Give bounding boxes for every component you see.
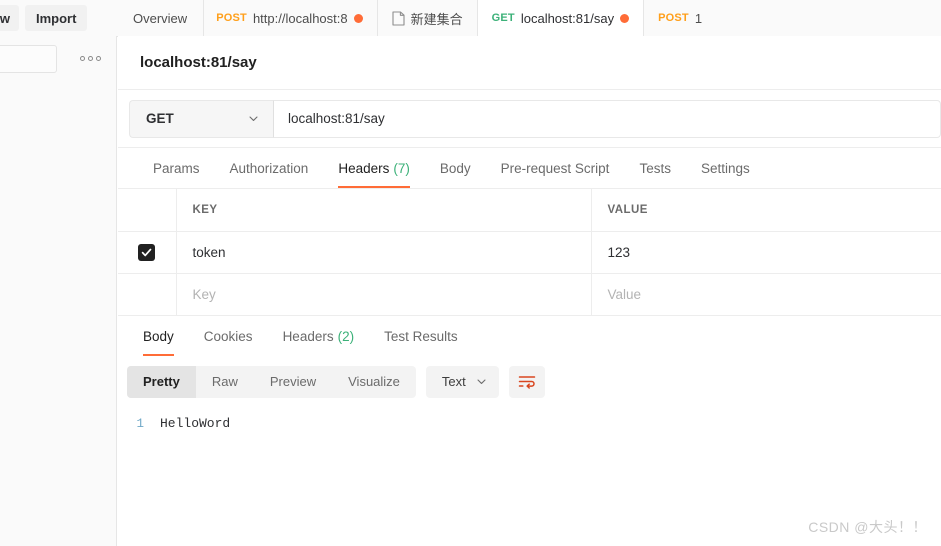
tab-settings[interactable]: Settings xyxy=(686,149,765,188)
row-value-input-empty[interactable]: Value xyxy=(591,273,941,316)
header-cell-value: VALUE xyxy=(591,189,941,232)
row-key-input-empty[interactable]: Key xyxy=(176,273,592,316)
tab-response-body[interactable]: Body xyxy=(128,318,189,356)
chevron-down-icon xyxy=(248,113,259,124)
watermark: CSDN @大头！！ xyxy=(808,519,927,535)
tab-count: (7) xyxy=(393,161,410,176)
tab-label: Test Results xyxy=(384,329,458,344)
tab-overview[interactable]: Overview xyxy=(117,0,205,36)
tab-tests[interactable]: Tests xyxy=(624,149,686,188)
unsaved-dot-icon xyxy=(353,13,363,23)
word-wrap-button[interactable] xyxy=(508,365,545,398)
tab-label: Params xyxy=(153,161,200,176)
row-checkbox-cell xyxy=(118,273,177,316)
tab-count: (2) xyxy=(337,329,355,344)
line-text: HelloWord xyxy=(160,416,231,431)
tab-label: http://localhost:8 xyxy=(252,10,348,26)
tab-collection[interactable]: 新建集合 xyxy=(377,0,478,36)
tab-label: 1 xyxy=(694,10,703,26)
view-mode-visualize[interactable]: Visualize xyxy=(332,366,416,398)
response-format-select[interactable]: Text xyxy=(425,365,499,398)
view-mode-preview[interactable]: Preview xyxy=(254,366,332,398)
view-mode-pretty[interactable]: Pretty xyxy=(127,365,196,398)
tab-method-label: POST xyxy=(658,12,689,24)
table-row: token 123 xyxy=(118,231,941,274)
unsaved-dot-icon xyxy=(620,13,630,23)
response-view-mode-group: Pretty Raw Preview Visualize xyxy=(127,365,416,398)
new-button[interactable]: lew xyxy=(0,5,19,31)
tab-label: 新建集合 xyxy=(410,11,463,27)
response-format-value: Text xyxy=(441,374,466,389)
tab-method-label: POST xyxy=(216,12,247,24)
tab-get-say[interactable]: GET localhost:81/say xyxy=(477,0,645,36)
tab-headers[interactable]: Headers (7) xyxy=(323,149,425,188)
top-bar: lew Import Overview POST http://localhos… xyxy=(0,0,941,37)
sidebar xyxy=(0,36,117,546)
tab-label: Authorization xyxy=(229,161,309,176)
topbar-left-controls: lew Import xyxy=(0,0,117,36)
main-panel: localhost:81/say GET localhost:81/say Pa… xyxy=(118,36,941,546)
tab-body[interactable]: Body xyxy=(425,149,486,188)
tab-label: Overview xyxy=(133,10,188,26)
tab-label: Headers xyxy=(338,161,390,176)
row-value-input[interactable]: 123 xyxy=(591,231,941,274)
row-checkbox-cell xyxy=(118,231,177,274)
header-cell-key: KEY xyxy=(176,189,592,232)
tab-label: Body xyxy=(439,161,471,176)
tab-label: Pre-request Script xyxy=(500,161,610,176)
chevron-down-icon xyxy=(476,376,487,387)
word-wrap-icon xyxy=(518,374,536,390)
http-method-value: GET xyxy=(146,111,174,126)
tab-label: localhost:81/say xyxy=(520,10,615,26)
row-checkbox-checked[interactable] xyxy=(138,243,156,261)
sidebar-more-options-icon[interactable] xyxy=(78,51,102,65)
tab-post-1[interactable]: POST 1 xyxy=(644,0,717,36)
sidebar-search-input[interactable] xyxy=(0,45,57,73)
headers-table: KEY VALUE token 123 Key Value xyxy=(118,189,941,316)
tab-label: Tests xyxy=(639,161,671,176)
row-key-input[interactable]: token xyxy=(176,231,592,274)
tab-post-localhost[interactable]: POST http://localhost:8 xyxy=(204,0,378,36)
line-number: 1 xyxy=(136,416,144,431)
request-tab-strip: Overview POST http://localhost:8 新建集合 GE… xyxy=(117,0,941,36)
tab-label: Settings xyxy=(700,161,750,176)
tab-test-results[interactable]: Test Results xyxy=(369,318,473,356)
tab-label: Body xyxy=(143,329,174,344)
response-tabs: Body Cookies Headers (2) Test Results xyxy=(118,316,941,356)
tab-response-headers[interactable]: Headers (2) xyxy=(268,318,370,356)
tab-authorization[interactable]: Authorization xyxy=(215,149,324,188)
response-body-toolbar: Pretty Raw Preview Visualize Text xyxy=(118,356,941,408)
table-row: Key Value xyxy=(118,273,941,316)
tab-pre-request-script[interactable]: Pre-request Script xyxy=(486,149,625,188)
response-body-content: 1 HelloWord xyxy=(118,408,941,434)
url-bar: GET localhost:81/say xyxy=(118,90,941,148)
table-header-row: KEY VALUE xyxy=(118,189,941,232)
tab-label: Cookies xyxy=(203,329,253,344)
header-cell-checkbox xyxy=(118,189,177,232)
url-input[interactable]: localhost:81/say xyxy=(274,99,941,138)
request-tabs: Params Authorization Headers (7) Body Pr… xyxy=(118,148,941,189)
http-method-select[interactable]: GET xyxy=(129,99,274,138)
import-button[interactable]: Import xyxy=(24,5,88,31)
document-icon xyxy=(392,10,405,26)
tab-label: Headers xyxy=(282,329,334,344)
code-line: 1 HelloWord xyxy=(118,414,941,434)
postman-window: lew Import Overview POST http://localhos… xyxy=(0,0,941,546)
tab-params[interactable]: Params xyxy=(138,149,215,188)
request-title: localhost:81/say xyxy=(118,36,941,90)
tab-method-label: GET xyxy=(491,12,515,24)
view-mode-raw[interactable]: Raw xyxy=(196,366,254,398)
tab-response-cookies[interactable]: Cookies xyxy=(189,318,268,356)
